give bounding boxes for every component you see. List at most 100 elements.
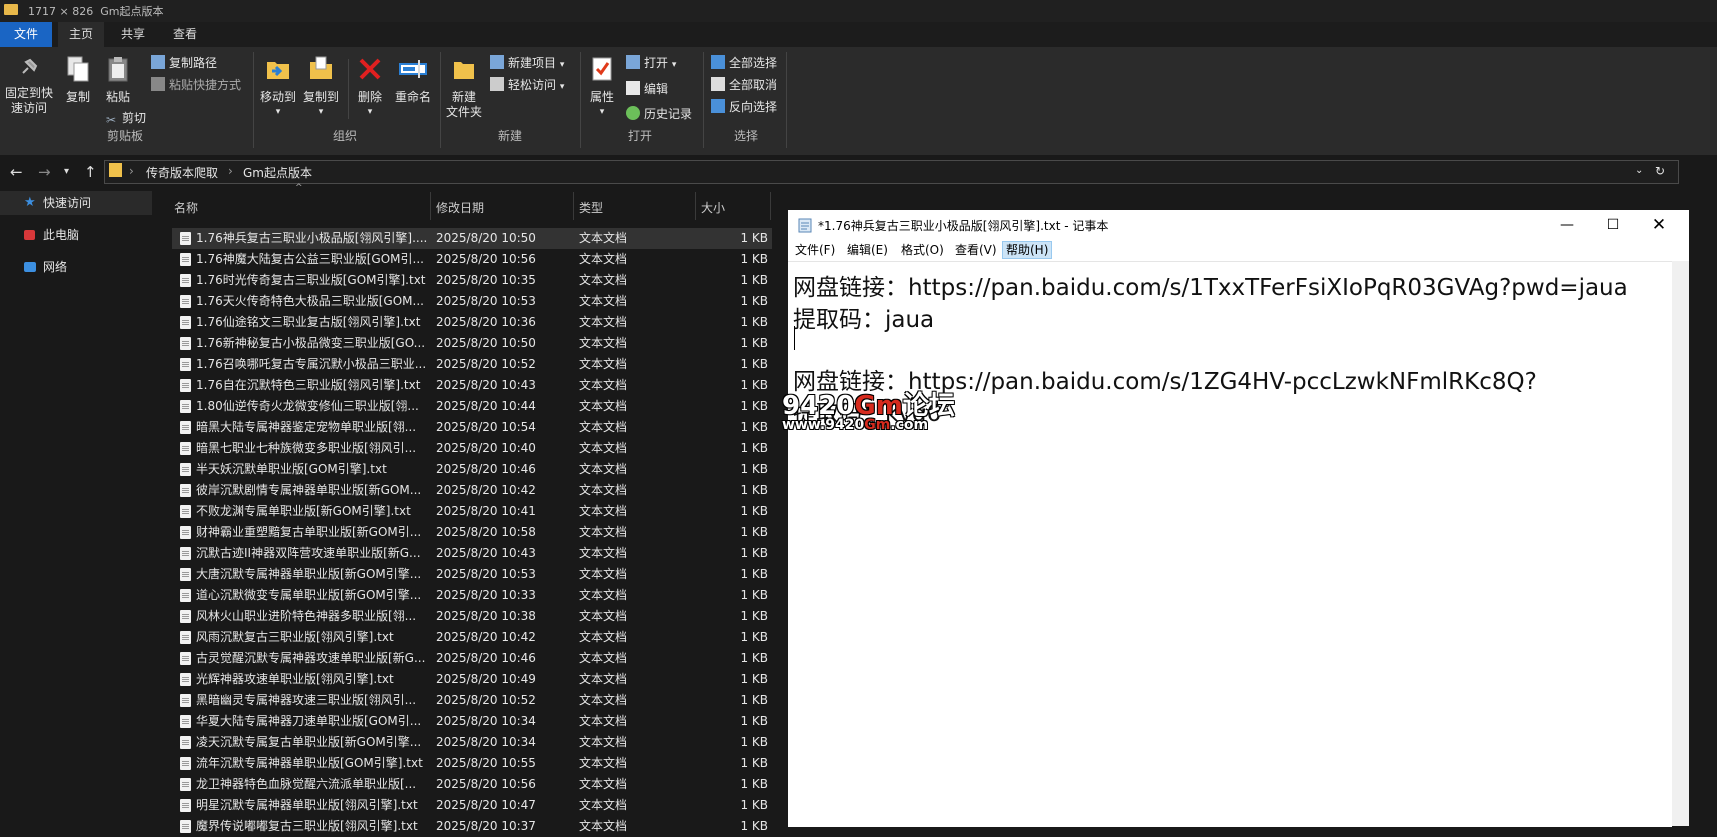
- file-row[interactable]: 风雨沉默复古三职业版[翎风引擎].txt 2025/8/20 10:42 文本文档 1…: [172, 627, 772, 648]
- properties-button[interactable]: 属性 ▾: [584, 55, 620, 120]
- file-row[interactable]: 龙卫神器特色血脉觉醒六流派单职业版[... 2025/8/20 10:56 文本文档…: [172, 774, 772, 795]
- maximize-icon[interactable]: ☐: [1591, 213, 1635, 237]
- file-row[interactable]: 古灵觉醒沉默专属神器攻速单职业版[新G... 2025/8/20 10:46 文本文…: [172, 648, 772, 669]
- file-row[interactable]: 1.76神魔大陆复古公益三职业版[GOM引... 2025/8/20 10:56 文…: [172, 249, 772, 270]
- copy-button[interactable]: 复制: [60, 55, 96, 105]
- file-name: 1.76时光传奇复古三职业版[GOM引擎].txt: [196, 273, 426, 287]
- notepad-title-bar[interactable]: *1.76神兵复古三职业小极品版[翎风引擎].txt - 记事本 — ☐ ✕: [788, 210, 1689, 240]
- up-arrow-icon[interactable]: ↑: [84, 163, 97, 181]
- forward-arrow-icon[interactable]: →: [38, 163, 51, 181]
- file-row[interactable]: 暗黑大陆专属神器鉴定宠物单职业版[翎... 2025/8/20 10:54 文本文档…: [172, 417, 772, 438]
- open-button[interactable]: 打开 ▾: [626, 53, 676, 73]
- file-row[interactable]: 1.76自在沉默特色三职业版[翎风引擎].txt 2025/8/20 10:43 文…: [172, 375, 772, 396]
- sidebar-item-quick-access[interactable]: ★ 快速访问: [0, 191, 152, 215]
- file-row[interactable]: 1.76召唤哪吒复古专属沉默小极品三职业... 2025/8/20 10:52 文本…: [172, 354, 772, 375]
- refresh-icon[interactable]: ↻: [1655, 164, 1665, 178]
- delete-button[interactable]: 删除 ▾: [352, 55, 388, 120]
- column-divider[interactable]: [430, 192, 431, 220]
- select-all-icon: [711, 55, 725, 69]
- breadcrumb-current[interactable]: Gm起点版本: [243, 164, 312, 181]
- address-bar[interactable]: › 传奇版本爬取 › Gm起点版本 ⌄ ↻: [104, 160, 1679, 184]
- vertical-scrollbar[interactable]: [1672, 261, 1689, 826]
- file-type: 文本文档: [579, 273, 628, 287]
- file-row[interactable]: 光辉神器攻速单职业版[翎风引擎].txt 2025/8/20 10:49 文本文档 1…: [172, 669, 772, 690]
- file-row[interactable]: 1.76天火传奇特色大极品三职业版[GOM... 2025/8/20 10:53 文…: [172, 291, 772, 312]
- tab-file[interactable]: 文件: [0, 22, 52, 47]
- file-row[interactable]: 流年沉默专属神器单职业版[GOM引擎].txt 2025/8/20 10:55 文本…: [172, 753, 772, 774]
- column-divider[interactable]: [695, 192, 696, 220]
- new-folder-icon: [454, 62, 474, 79]
- file-row[interactable]: 道心沉默微变专属单职业版[新GOM引擎... 2025/8/20 10:33 文本文…: [172, 585, 772, 606]
- breadcrumb-parent[interactable]: 传奇版本爬取: [146, 164, 218, 181]
- file-row[interactable]: 1.76新神秘复古小极品微变三职业版[GO... 2025/8/20 10:50 文…: [172, 333, 772, 354]
- pin-quick-access-button[interactable]: 固定到快 速访问: [4, 55, 54, 116]
- file-size: 1 KB: [740, 525, 768, 539]
- file-type: 文本文档: [579, 525, 628, 539]
- history-button[interactable]: 历史记录: [626, 104, 692, 124]
- invert-selection-button[interactable]: 反向选择: [711, 97, 777, 117]
- file-row[interactable]: 彼岸沉默剧情专属神器单职业版[新GOM... 2025/8/20 10:42 文本文…: [172, 480, 772, 501]
- rename-button[interactable]: 重命名: [392, 55, 434, 105]
- menu-view[interactable]: 查看(V): [952, 242, 1000, 258]
- file-row[interactable]: 半天妖沉默单职业版[GOM引擎].txt 2025/8/20 10:46 文本文档 1…: [172, 459, 772, 480]
- tab-share[interactable]: 共享: [110, 22, 156, 47]
- file-row[interactable]: 华夏大陆专属神器刀速单职业版[GOM引... 2025/8/20 10:34 文本文…: [172, 711, 772, 732]
- file-date: 2025/8/20 10:40: [436, 441, 536, 455]
- new-folder-button[interactable]: 新建 文件夹: [444, 55, 484, 120]
- file-row[interactable]: 财神霸业重塑黯复古单职业版[新GOM引... 2025/8/20 10:58 文本文…: [172, 522, 772, 543]
- sidebar-item-this-pc[interactable]: 此电脑: [0, 223, 152, 247]
- copy-to-button[interactable]: 复制到 ▾: [300, 55, 342, 120]
- move-to-button[interactable]: 移动到 ▾: [257, 55, 299, 120]
- scissors-icon: ✂: [105, 113, 117, 127]
- close-icon[interactable]: ✕: [1637, 213, 1681, 237]
- column-divider[interactable]: [770, 192, 771, 220]
- file-row[interactable]: 暗黑七职业七种族微变多职业版[翎风引... 2025/8/20 10:40 文本文档…: [172, 438, 772, 459]
- file-row[interactable]: 沉默古迹II神器双阵营攻速单职业版[新G... 2025/8/20 10:43 文本…: [172, 543, 772, 564]
- notepad-text-area[interactable]: 网盘链接：https://pan.baidu.com/s/1TxxTFerFsi…: [788, 261, 1672, 827]
- file-row[interactable]: 明星沉默专属神器单职业版[翎风引擎].txt 2025/8/20 10:47 文本文…: [172, 795, 772, 816]
- column-header-type[interactable]: 类型: [579, 199, 603, 216]
- sidebar-item-network[interactable]: 网络: [0, 255, 152, 279]
- easy-access-button[interactable]: 轻松访问 ▾: [490, 75, 564, 95]
- file-row[interactable]: 魔界传说嘟嘟复古三职业版[翎风引擎].txt 2025/8/20 10:37 文本文…: [172, 816, 772, 837]
- menu-help[interactable]: 帮助(H): [1002, 241, 1053, 259]
- recent-locations-chevron-icon[interactable]: ▾: [64, 166, 69, 177]
- address-dropdown-chevron-icon[interactable]: ⌄: [1635, 165, 1643, 176]
- column-divider[interactable]: [573, 192, 574, 220]
- select-none-label: 全部取消: [729, 78, 778, 92]
- column-header-size[interactable]: 大小: [701, 199, 725, 216]
- copy-to-icon: [310, 56, 332, 79]
- file-name: 道心沉默微变专属单职业版[新GOM引擎...: [196, 588, 422, 602]
- file-row[interactable]: 凌天沉默专属复古单职业版[新GOM引擎... 2025/8/20 10:34 文本文…: [172, 732, 772, 753]
- file-name: 风林火山职业进阶特色神器多职业版[翎...: [196, 609, 417, 623]
- file-row[interactable]: 1.80仙逆传奇火龙微变修仙三职业版[翎... 2025/8/20 10:44 文本…: [172, 396, 772, 417]
- minimize-icon[interactable]: —: [1545, 213, 1589, 237]
- file-row[interactable]: 大唐沉默专属神器单职业版[新GOM引擎... 2025/8/20 10:53 文本文…: [172, 564, 772, 585]
- chevron-down-icon: ▾: [559, 82, 565, 92]
- column-header-date[interactable]: 修改日期: [436, 199, 484, 216]
- file-row[interactable]: 1.76仙途铭文三职业复古版[翎风引擎].txt 2025/8/20 10:36 文…: [172, 312, 772, 333]
- notepad-window[interactable]: *1.76神兵复古三职业小极品版[翎风引擎].txt - 记事本 — ☐ ✕ 文…: [788, 210, 1689, 827]
- copy-path-button[interactable]: 复制路径: [151, 53, 217, 73]
- select-all-button[interactable]: 全部选择: [711, 53, 777, 73]
- file-row[interactable]: 不败龙渊专属单职业版[新GOM引擎].txt 2025/8/20 10:41 文本文…: [172, 501, 772, 522]
- menu-file[interactable]: 文件(F): [792, 242, 838, 258]
- cut-button[interactable]: ✂ 剪切: [104, 108, 146, 128]
- file-row[interactable]: 1.76神兵复古三职业小极品版[翎风引擎].... 2025/8/20 10:50…: [172, 228, 772, 249]
- paste-button[interactable]: 粘贴: [100, 55, 136, 105]
- new-item-button[interactable]: 新建项目 ▾: [490, 53, 564, 73]
- file-row[interactable]: 1.76时光传奇复古三职业版[GOM引擎].txt 2025/8/20 10:35…: [172, 270, 772, 291]
- edit-button[interactable]: 编辑: [626, 79, 668, 99]
- select-none-button[interactable]: 全部取消: [711, 75, 777, 95]
- paste-shortcut-button[interactable]: 粘贴快捷方式: [151, 75, 241, 95]
- menu-edit[interactable]: 编辑(E): [844, 242, 891, 258]
- file-type: 文本文档: [579, 693, 628, 707]
- column-header-name[interactable]: 名称: [174, 199, 198, 216]
- tab-home[interactable]: 主页: [58, 22, 104, 47]
- back-arrow-icon[interactable]: ←: [10, 163, 23, 181]
- file-row[interactable]: 黑暗幽灵专属神器攻速三职业版[翎风引... 2025/8/20 10:52 文本文档…: [172, 690, 772, 711]
- menu-format[interactable]: 格式(O): [898, 242, 947, 258]
- tab-view[interactable]: 查看: [162, 22, 208, 47]
- file-row[interactable]: 风林火山职业进阶特色神器多职业版[翎... 2025/8/20 10:38 文本文档…: [172, 606, 772, 627]
- file-name: 1.76天火传奇特色大极品三职业版[GOM...: [196, 294, 424, 308]
